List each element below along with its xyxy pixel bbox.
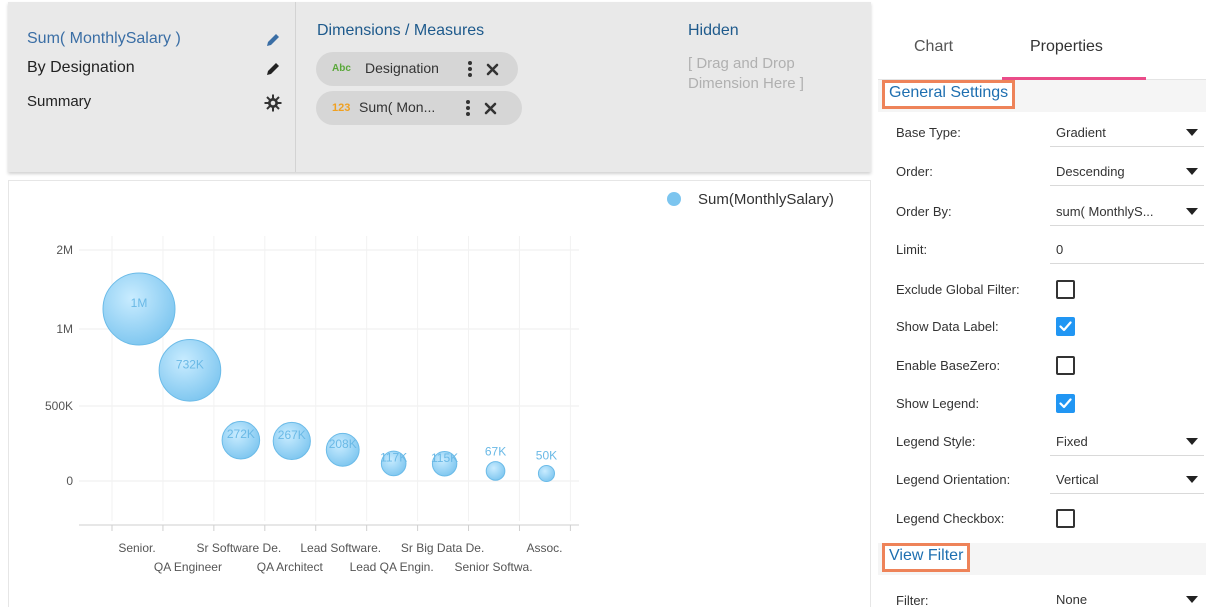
legend-style-value: Fixed xyxy=(1056,434,1088,449)
legend-style-label: Legend Style: xyxy=(896,434,976,449)
app-root: Sum( MonthlySalary ) By Designation Summ… xyxy=(0,0,1206,607)
x-tick-label: Lead Software. xyxy=(300,541,381,555)
exclude-global-filter-label: Exclude Global Filter: xyxy=(896,282,1020,297)
order-dropdown[interactable]: Descending xyxy=(1050,156,1204,186)
order-by-value: sum( MonthlyS... xyxy=(1056,204,1154,219)
show-legend-checkbox[interactable] xyxy=(1056,394,1075,413)
remove-icon[interactable] xyxy=(484,102,497,115)
legend-marker xyxy=(667,192,681,206)
general-settings-heading[interactable]: General Settings xyxy=(882,80,1016,109)
data-label: 208K xyxy=(329,437,357,451)
edit-pencil-icon[interactable] xyxy=(264,60,282,78)
y-tick-label: 500K xyxy=(45,399,73,413)
exclude-global-filter-checkbox[interactable] xyxy=(1056,280,1075,299)
limit-value: 0 xyxy=(1056,242,1064,257)
y-tick-label: 1M xyxy=(56,322,73,336)
x-tick-label: Sr Big Data De. xyxy=(401,541,484,555)
base-type-value: Gradient xyxy=(1056,125,1106,140)
enable-basezero-checkbox[interactable] xyxy=(1056,356,1075,375)
base-type-dropdown[interactable]: Gradient xyxy=(1050,117,1204,147)
chevron-down-icon xyxy=(1186,129,1198,136)
properties-panel: Chart Properties General Settings Base T… xyxy=(878,0,1206,607)
limit-input[interactable]: 0 xyxy=(1050,234,1204,264)
y-tick-label: 0 xyxy=(66,474,73,488)
view-filter-heading[interactable]: View Filter xyxy=(882,543,971,572)
chevron-down-icon xyxy=(1186,168,1198,175)
number-type-badge: 123 xyxy=(332,102,351,114)
data-label: 272K xyxy=(227,427,255,441)
chevron-down-icon xyxy=(1186,596,1198,603)
x-tick-label: Senior. xyxy=(118,541,155,555)
more-options-icon[interactable] xyxy=(467,60,473,78)
legend-checkbox-checkbox[interactable] xyxy=(1056,509,1075,528)
bubble-point xyxy=(537,464,556,483)
order-by-label: Order By: xyxy=(896,204,952,219)
legend-style-dropdown[interactable]: Fixed xyxy=(1050,426,1204,456)
checkmark-icon xyxy=(1059,321,1072,332)
filter-value: None xyxy=(1056,592,1088,607)
tab-properties[interactable]: Properties xyxy=(1030,38,1103,56)
enable-basezero-label: Enable BaseZero: xyxy=(896,358,1001,373)
x-tick-label: Lead QA Engin. xyxy=(350,560,434,574)
chevron-down-icon xyxy=(1186,208,1198,215)
data-label: 267K xyxy=(278,428,306,442)
dimension-chip-designation[interactable]: Abc Designation xyxy=(316,52,518,86)
data-label: 732K xyxy=(176,357,204,371)
chip-label: Sum( Mon... xyxy=(359,99,436,115)
x-tick-label: QA Engineer xyxy=(154,560,222,574)
data-label: 117K xyxy=(380,450,407,464)
chart-container: 2M 1M 500K 0 1M 732K 272K 267K 208K 117K 115K 67K 50… xyxy=(8,180,871,607)
edit-pencil-icon[interactable] xyxy=(264,31,282,49)
chip-label: Designation xyxy=(365,60,439,76)
bubble-chart: 2M 1M 500K 0 1M 732K 272K 267K 208K 117K 115K 67K 50… xyxy=(45,191,834,574)
chart-summary-column: Sum( MonthlySalary ) By Designation Summ… xyxy=(8,2,296,172)
order-label: Order: xyxy=(896,164,933,179)
data-label: 115K xyxy=(431,451,458,465)
limit-label: Limit: xyxy=(896,242,928,257)
legend-label: Sum(MonthlySalary) xyxy=(698,191,834,208)
more-options-icon[interactable] xyxy=(465,99,471,117)
order-by-dropdown[interactable]: sum( MonthlyS... xyxy=(1050,196,1204,226)
panel-tabs: Chart Properties xyxy=(878,0,1206,80)
base-type-label: Base Type: xyxy=(896,125,961,140)
chevron-down-icon xyxy=(1186,438,1198,445)
filter-label: Filter: xyxy=(896,593,929,607)
measure-title: Sum( MonthlySalary ) xyxy=(27,30,181,47)
checkmark-icon xyxy=(1059,398,1072,409)
tab-chart[interactable]: Chart xyxy=(914,38,953,56)
show-data-label-label: Show Data Label: xyxy=(896,319,999,334)
group-by-label: By Designation xyxy=(27,59,135,76)
y-tick-label: 2M xyxy=(56,243,73,257)
legend-checkbox-label: Legend Checkbox: xyxy=(896,511,1005,526)
chart-config-panel: Sum( MonthlySalary ) By Designation Summ… xyxy=(8,2,871,172)
dimensions-measures-heading: Dimensions / Measures xyxy=(317,22,485,39)
show-legend-label: Show Legend: xyxy=(896,396,980,411)
measure-chip-sum[interactable]: 123 Sum( Mon... xyxy=(316,91,522,125)
x-tick-label: QA Architect xyxy=(257,560,324,574)
bubble-point xyxy=(485,461,506,481)
hidden-heading: Hidden xyxy=(688,22,739,39)
data-label: 1M xyxy=(131,296,148,310)
remove-icon[interactable] xyxy=(486,63,499,76)
data-label: 50K xyxy=(536,448,557,462)
x-tick-label: Assoc. xyxy=(526,541,562,555)
x-tick-label: Sr Software De. xyxy=(197,541,282,555)
hidden-drop-zone[interactable]: [ Drag and Drop Dimension Here ] xyxy=(688,54,848,94)
legend-orientation-label: Legend Orientation: xyxy=(896,472,1011,487)
legend-orientation-value: Vertical xyxy=(1056,472,1099,487)
legend-orientation-dropdown[interactable]: Vertical xyxy=(1050,464,1204,494)
summary-label: Summary xyxy=(27,93,92,110)
gear-icon[interactable] xyxy=(264,94,282,112)
order-value: Descending xyxy=(1056,164,1125,179)
chevron-down-icon xyxy=(1186,476,1198,483)
filter-dropdown[interactable]: None xyxy=(1050,584,1204,607)
text-type-badge: Abc xyxy=(332,63,351,74)
show-data-label-checkbox[interactable] xyxy=(1056,317,1075,336)
x-tick-label: Senior Softwa. xyxy=(455,560,533,574)
data-label: 67K xyxy=(485,445,506,459)
